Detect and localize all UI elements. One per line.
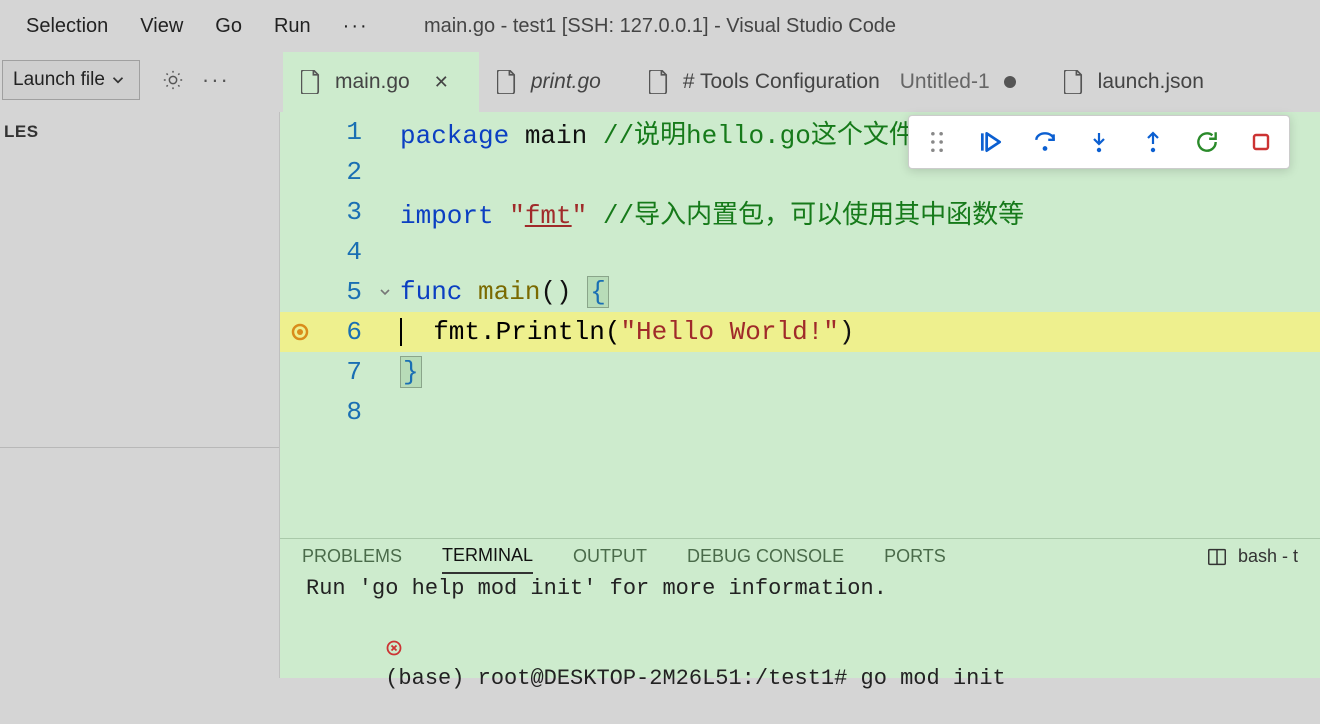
- tab-label: main.go: [335, 70, 410, 94]
- line-number: 3: [320, 197, 370, 227]
- toolbar-row: Launch file ··· main.go ✕ print.go: [0, 52, 1320, 112]
- step-into-button[interactable]: [1085, 128, 1113, 156]
- bottom-panel: PROBLEMS TERMINAL OUTPUT DEBUG CONSOLE P…: [280, 538, 1320, 678]
- code-content[interactable]: func main() {: [400, 277, 609, 307]
- menu-view[interactable]: View: [124, 9, 199, 44]
- line-number: 1: [320, 117, 370, 147]
- terminal-line: Run 'go help mod init' for more informat…: [306, 574, 1294, 604]
- close-icon[interactable]: ✕: [434, 72, 449, 93]
- menu-selection[interactable]: Selection: [10, 9, 124, 44]
- code-line[interactable]: 3 import "fmt" //导入内置包，可以使用其中函数等: [280, 192, 1320, 232]
- panel-tab-terminal[interactable]: TERMINAL: [442, 539, 533, 574]
- line-number: 5: [320, 277, 370, 307]
- panel-tab-output[interactable]: OUTPUT: [573, 540, 647, 573]
- panel-tabs: PROBLEMS TERMINAL OUTPUT DEBUG CONSOLE P…: [280, 539, 1320, 574]
- debug-side-controls: Launch file ···: [0, 52, 280, 112]
- tab-launch-json[interactable]: launch.json: [1046, 52, 1234, 112]
- launch-config-dropdown[interactable]: Launch file: [2, 60, 140, 100]
- terminal-text: (base) root@DESKTOP-2M26L51:/test1# go m…: [385, 666, 1006, 691]
- terminal-line: (base) root@DESKTOP-2M26L51:/test1# go m…: [306, 604, 1294, 724]
- sidebar-heading: LES: [0, 112, 279, 152]
- tab-suffix: Untitled-1: [900, 70, 990, 94]
- split-panel-icon: [1206, 546, 1228, 568]
- fold-gutter[interactable]: [370, 284, 400, 300]
- panel-tab-debug-console[interactable]: DEBUG CONSOLE: [687, 540, 844, 573]
- restart-button[interactable]: [1193, 128, 1221, 156]
- panel-tab-problems[interactable]: PROBLEMS: [302, 540, 402, 573]
- terminal-selector[interactable]: bash - t: [1206, 546, 1298, 568]
- code-line[interactable]: 8: [280, 392, 1320, 432]
- breakpoint-icon: [290, 322, 310, 342]
- line-number: 4: [320, 237, 370, 267]
- step-over-button[interactable]: [1031, 128, 1059, 156]
- line-number: 2: [320, 157, 370, 187]
- menu-more-icon[interactable]: ···: [327, 9, 385, 44]
- line-number: 6: [320, 317, 370, 347]
- tab-print-go[interactable]: print.go: [479, 52, 631, 112]
- file-icon: [1064, 70, 1084, 94]
- menu-run[interactable]: Run: [258, 9, 327, 44]
- terminal[interactable]: Run 'go help mod init' for more informat…: [280, 574, 1320, 724]
- drag-grip-icon[interactable]: [923, 128, 951, 156]
- stop-button[interactable]: [1247, 128, 1275, 156]
- editor-tabs: main.go ✕ print.go # Tools Configuration…: [280, 52, 1320, 112]
- file-icon: [301, 70, 321, 94]
- breakpoint-gutter[interactable]: [280, 322, 320, 342]
- window-title: main.go - test1 [SSH: 127.0.0.1] - Visua…: [424, 15, 896, 38]
- tab-label: # Tools Configuration: [683, 70, 880, 94]
- tab-main-go[interactable]: main.go ✕: [283, 52, 479, 112]
- code-content[interactable]: package main //说明hello.go这个文件: [400, 114, 915, 151]
- tab-label: launch.json: [1098, 70, 1204, 94]
- debug-toolbar[interactable]: [908, 115, 1290, 169]
- sidebar: LES: [0, 112, 280, 678]
- continue-button[interactable]: [977, 128, 1005, 156]
- code-line[interactable]: 6 fmt.Println("Hello World!"): [280, 312, 1320, 352]
- chevron-down-icon: [109, 71, 127, 89]
- sidebar-divider: [0, 447, 279, 448]
- dirty-indicator-icon: [1004, 76, 1016, 88]
- line-number: 7: [320, 357, 370, 387]
- tab-label: print.go: [531, 70, 601, 94]
- error-icon: [385, 639, 403, 657]
- more-icon[interactable]: ···: [202, 60, 230, 100]
- code-content[interactable]: fmt.Println("Hello World!"): [400, 317, 854, 347]
- file-icon: [497, 70, 517, 94]
- gear-icon[interactable]: [162, 60, 184, 100]
- tab-tools-config[interactable]: # Tools Configuration Untitled-1: [631, 52, 1046, 112]
- code-line[interactable]: 7}: [280, 352, 1320, 392]
- file-icon: [649, 70, 669, 94]
- panel-tab-ports[interactable]: PORTS: [884, 540, 946, 573]
- code-editor[interactable]: 1 package main //说明hello.go这个文件 2 3 import "…: [280, 112, 1320, 538]
- launch-config-label: Launch file: [13, 69, 105, 91]
- code-line[interactable]: 4: [280, 232, 1320, 272]
- chevron-down-icon: [377, 284, 393, 300]
- code-content[interactable]: import "fmt" //导入内置包，可以使用其中函数等: [400, 194, 1024, 231]
- step-out-button[interactable]: [1139, 128, 1167, 156]
- code-line[interactable]: 5 func main() {: [280, 272, 1320, 312]
- terminal-name: bash - t: [1238, 546, 1298, 567]
- code-content[interactable]: }: [400, 357, 422, 387]
- line-number: 8: [320, 397, 370, 427]
- menu-go[interactable]: Go: [199, 9, 258, 44]
- menu-bar: Selection View Go Run ··· main.go - test…: [0, 0, 1320, 52]
